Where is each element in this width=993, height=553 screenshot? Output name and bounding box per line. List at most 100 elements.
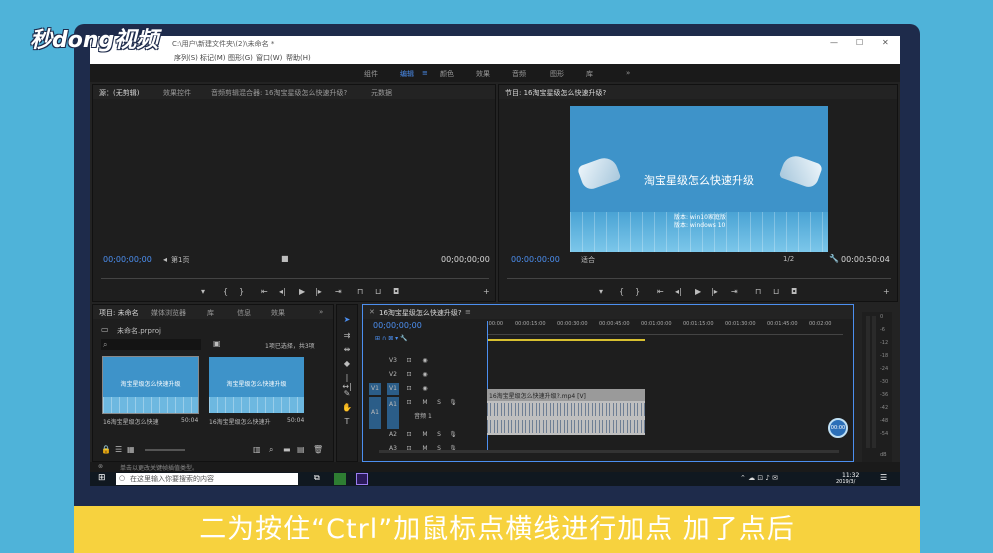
sync-lock-icon[interactable]: ⊡: [403, 429, 415, 441]
solo-button[interactable]: S: [433, 429, 445, 441]
source-patch-v1[interactable]: V1: [369, 383, 381, 395]
resolution-dropdown[interactable]: 1/2: [783, 255, 794, 263]
step-forward-icon[interactable]: |▸: [315, 287, 322, 296]
icon-view-icon[interactable]: ▦: [127, 445, 135, 454]
tray-icons[interactable]: ⌃ ☁ ⊡ ♪ ✉: [740, 474, 778, 482]
sync-lock-icon[interactable]: ⊡: [403, 397, 415, 409]
snap-icon[interactable]: ⊞ ∩ ⊠ ▾ 🔧: [375, 335, 408, 342]
mic-icon[interactable]: 🎙: [447, 429, 459, 441]
timeline-ruler[interactable]: :00:00 00:00:15:00 00:00:30:00 00:00:45:…: [487, 321, 843, 335]
project-item-thumbnail[interactable]: 淘宝星级怎么快速升级: [209, 357, 304, 413]
workspace-graphics[interactable]: 图形: [550, 69, 564, 79]
track-label[interactable]: V2: [387, 369, 399, 381]
minimize-icon[interactable]: —: [830, 38, 838, 47]
play-icon[interactable]: ▶: [695, 287, 701, 296]
go-to-in-icon[interactable]: ⇤: [657, 287, 664, 296]
program-title[interactable]: 节目: 16淘宝星级怎么快速升级?: [505, 88, 606, 98]
taskbar-search-input[interactable]: ○ 在这里输入你要搜索的内容: [116, 473, 298, 485]
workspace-libraries[interactable]: 库: [586, 69, 593, 79]
add-marker-icon[interactable]: ▾: [201, 287, 205, 296]
program-timecode-current[interactable]: 00:00:00:00: [511, 255, 560, 264]
tab-audio-clip-mixer[interactable]: 音频剪辑混合器: 16淘宝星级怎么快速升级?: [211, 88, 347, 98]
workspace-overflow-icon[interactable]: »: [626, 69, 630, 77]
close-sequence-icon[interactable]: ✕: [369, 308, 375, 316]
maximize-icon[interactable]: ☐: [856, 38, 863, 47]
tab-media-browser[interactable]: 媒体浏览器: [151, 308, 186, 318]
ripple-edit-tool-icon[interactable]: ⇹: [341, 345, 353, 354]
mute-button[interactable]: M: [419, 429, 431, 441]
project-item-thumbnail[interactable]: 淘宝星级怎么快速升级: [102, 356, 199, 414]
export-frame-icon[interactable]: ◘: [791, 287, 797, 296]
new-bin-icon[interactable]: ▣: [213, 339, 221, 348]
sync-lock-icon[interactable]: ⊡: [403, 369, 415, 381]
program-preview[interactable]: 淘宝星级怎么快速升级 版本: win10家庭版 版本: windows 10: [570, 106, 828, 252]
source-timecode-current[interactable]: 00;00;00;00: [103, 255, 152, 264]
fit-dropdown[interactable]: 适合: [581, 255, 595, 265]
menu-help[interactable]: 帮助(H): [286, 53, 311, 63]
premiere-app-icon[interactable]: [356, 473, 368, 485]
export-frame-icon[interactable]: ◘: [393, 287, 399, 296]
mark-in-icon[interactable]: {: [619, 287, 624, 296]
mic-icon[interactable]: 🎙: [447, 397, 459, 409]
track-label[interactable]: V3: [387, 355, 399, 367]
step-back-icon[interactable]: ◂|: [279, 287, 286, 296]
mic-icon[interactable]: 🎙: [447, 443, 459, 455]
type-tool-icon[interactable]: T: [341, 417, 353, 426]
find-icon[interactable]: ⌕: [269, 445, 273, 455]
audio-clip[interactable]: [487, 418, 645, 435]
project-search-input[interactable]: ⌕: [101, 339, 201, 350]
close-icon[interactable]: ✕: [882, 38, 889, 47]
taskbar-date[interactable]: 2019/3/: [836, 479, 855, 485]
add-button-icon[interactable]: +: [483, 287, 490, 296]
track-label[interactable]: V1: [387, 383, 399, 395]
menu-graphics[interactable]: 图形(G): [228, 53, 253, 63]
eye-icon[interactable]: ◉: [419, 369, 431, 381]
mute-button[interactable]: M: [419, 443, 431, 455]
add-marker-icon[interactable]: ▾: [599, 287, 603, 296]
sync-lock-icon[interactable]: ⊡: [403, 355, 415, 367]
windows-start-icon[interactable]: ⊞: [98, 473, 106, 483]
add-button-icon[interactable]: +: [883, 287, 890, 296]
hand-tool-icon[interactable]: ✋: [341, 403, 353, 412]
tab-effects[interactable]: 效果: [271, 308, 285, 318]
overwrite-icon[interactable]: ⊔: [375, 287, 381, 296]
go-to-out-icon[interactable]: ⇥: [335, 287, 342, 296]
selection-tool-icon[interactable]: ➤: [341, 315, 353, 324]
task-view-icon[interactable]: ⧉: [314, 473, 320, 483]
track-label[interactable]: A2: [387, 429, 399, 441]
mute-button[interactable]: M: [419, 397, 431, 409]
notification-icon[interactable]: ☰: [880, 473, 887, 482]
source-page-label[interactable]: 第1页: [171, 255, 189, 265]
automate-icon[interactable]: ▥: [253, 445, 261, 454]
tab-project[interactable]: 项目: 未命名: [99, 308, 139, 318]
workspace-editing[interactable]: 编辑: [400, 69, 414, 79]
track-label[interactable]: A3: [387, 443, 399, 455]
work-area-bar[interactable]: [487, 339, 645, 341]
workspace-color[interactable]: 颜色: [440, 69, 454, 79]
sync-lock-icon[interactable]: ⊡: [403, 443, 415, 455]
bin-icon[interactable]: ▬: [283, 445, 291, 454]
audio-clip[interactable]: [487, 401, 645, 418]
sequence-menu-icon[interactable]: ≡: [465, 308, 471, 316]
mark-out-icon[interactable]: }: [635, 287, 640, 296]
lock-icon[interactable]: 🔒: [101, 445, 111, 454]
step-forward-icon[interactable]: |▸: [711, 287, 718, 296]
list-view-icon[interactable]: ☰: [115, 445, 122, 454]
workspace-effects[interactable]: 效果: [476, 69, 490, 79]
workspace-menu-icon[interactable]: ≡: [422, 69, 428, 77]
tab-libraries[interactable]: 库: [207, 308, 214, 318]
lift-icon[interactable]: ⊓: [755, 287, 761, 296]
workspace-audio[interactable]: 音频: [512, 69, 526, 79]
project-item-name[interactable]: 16淘宝星级怎么快速升: [209, 417, 271, 426]
go-to-in-icon[interactable]: ⇤: [261, 287, 268, 296]
track-label[interactable]: A1: [387, 397, 399, 429]
trash-icon[interactable]: 🗑: [313, 445, 323, 454]
video-clip[interactable]: 16淘宝星级怎么快速升级?.mp4 [V]: [487, 389, 645, 401]
tab-effect-controls[interactable]: 效果控件: [163, 88, 191, 98]
sync-lock-icon[interactable]: ⊡: [403, 383, 415, 395]
zoom-slider[interactable]: [145, 449, 185, 451]
tab-metadata[interactable]: 元数据: [371, 88, 392, 98]
menu-marker[interactable]: 标记(M): [200, 53, 226, 63]
new-item-icon[interactable]: ▤: [297, 445, 305, 454]
tab-source[interactable]: 源：(无剪辑): [99, 88, 139, 98]
